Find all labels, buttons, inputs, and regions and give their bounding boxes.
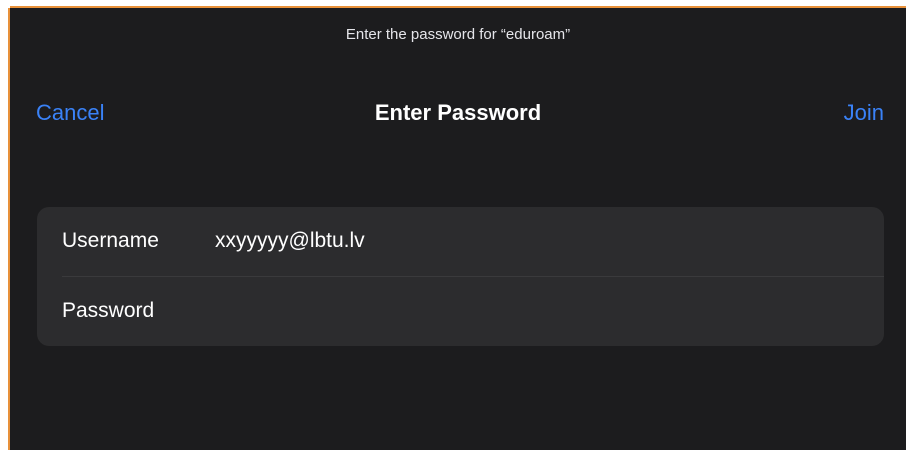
frame-top-edge	[0, 0, 906, 8]
password-sheet: Enter the password for “eduroam” Cancel …	[10, 8, 906, 450]
password-label: Password	[62, 299, 155, 322]
password-field[interactable]	[215, 291, 864, 333]
join-button[interactable]: Join	[844, 100, 884, 126]
username-row[interactable]: Username xxyyyyy@lbtu.lv	[37, 207, 884, 276]
network-prompt: Enter the password for “eduroam”	[345, 26, 571, 43]
password-row[interactable]: Password	[37, 277, 884, 346]
navigation-bar: Cancel Enter Password Join	[10, 92, 906, 132]
frame-left-edge	[0, 8, 10, 450]
page-title: Enter Password	[374, 100, 542, 125]
credentials-form: Username xxyyyyy@lbtu.lv Password	[37, 207, 884, 346]
username-label: Username	[62, 229, 159, 252]
username-field[interactable]: xxyyyyy@lbtu.lv	[215, 229, 365, 253]
